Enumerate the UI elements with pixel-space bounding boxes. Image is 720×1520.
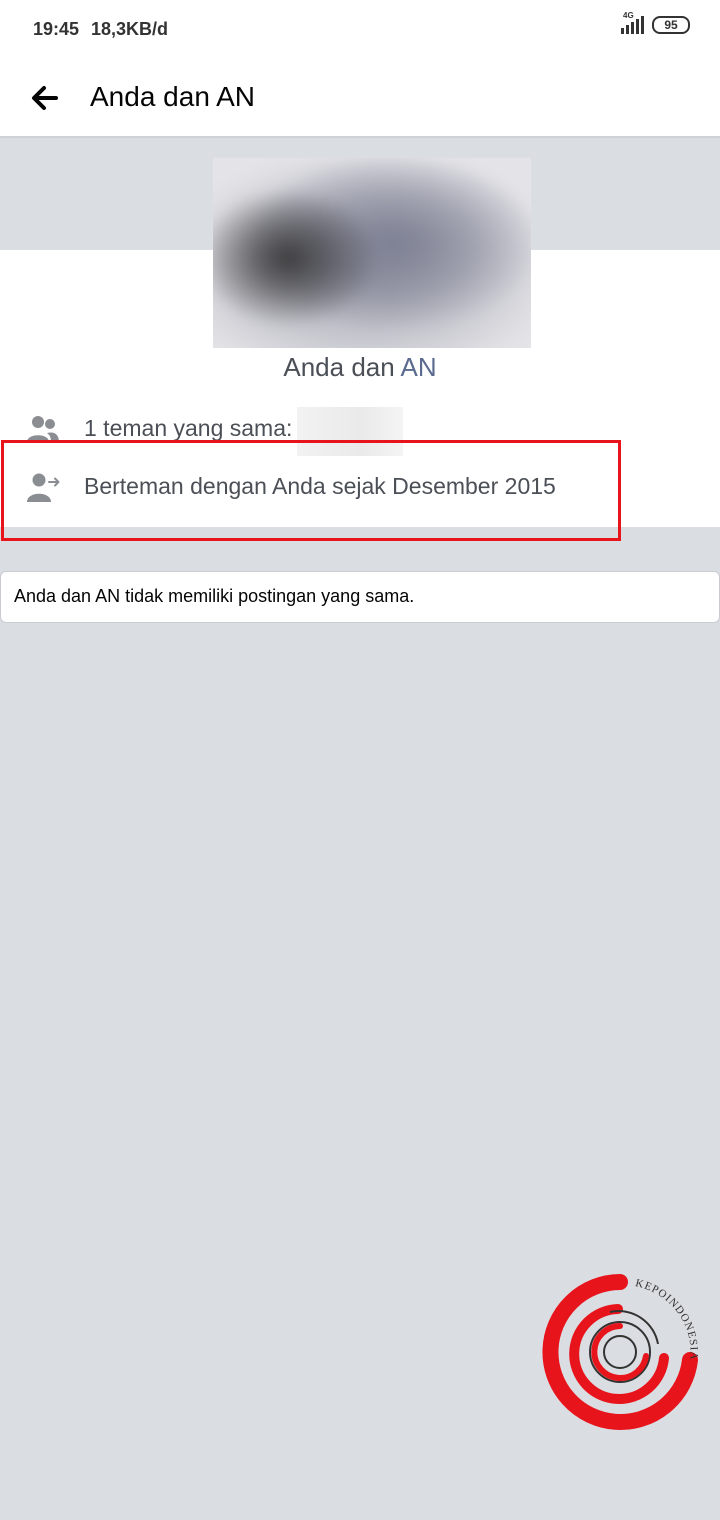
battery-level: 95: [664, 18, 678, 32]
mutual-friends-text: 1 teman yang sama:: [84, 415, 293, 441]
watermark-logo: KEPOINDONESIA: [542, 1274, 699, 1430]
notice-text: Anda dan AN tidak memiliki postingan yan…: [14, 586, 415, 606]
blurred-profile-photo: [213, 158, 531, 348]
back-button[interactable]: [26, 78, 66, 118]
page-title: Anda dan AN: [90, 81, 256, 112]
status-indicators: 4G 95: [621, 11, 690, 34]
top-app-bar: Anda dan AN: [0, 58, 720, 138]
no-shared-posts-notice: Anda dan AN tidak memiliki postingan yan…: [0, 571, 720, 623]
signal-icon: 4G: [621, 11, 644, 34]
battery-icon: 95: [652, 16, 690, 34]
highlight-annotation: [1, 440, 621, 541]
network-type: 4G: [623, 11, 634, 20]
kepoindonesia-watermark: KEPOINDONESIA: [540, 1272, 700, 1432]
arrow-left-icon: [32, 86, 58, 110]
status-time: 19:45: [33, 19, 80, 39]
friendship-names: Anda dan AN: [0, 352, 720, 383]
status-bar: 19:45 18,3KB/d 4G 95: [0, 0, 720, 58]
names-prefix: Anda dan: [283, 352, 401, 382]
friend-name-link[interactable]: AN: [401, 352, 437, 382]
network-speed: 18,3KB/d: [91, 19, 169, 39]
